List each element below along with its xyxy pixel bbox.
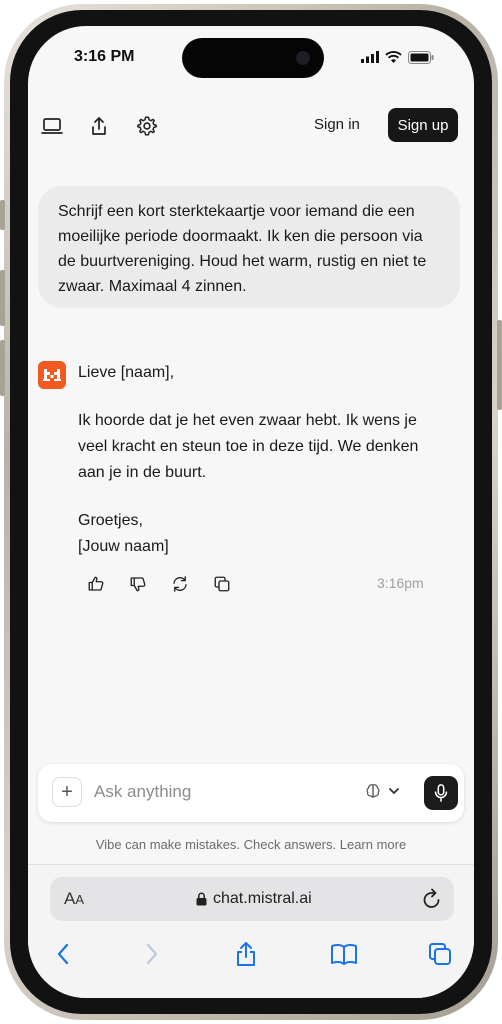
phone-screen: 3:16 PM Sign in Sign up Schrijf een kort… [28, 26, 474, 998]
power-button [497, 320, 502, 410]
sign-in-link[interactable]: Sign in [314, 116, 360, 133]
back-chevron-icon[interactable] [48, 939, 78, 969]
thumbs-up-icon[interactable] [86, 574, 106, 594]
status-icons [361, 50, 434, 64]
settings-gear-icon[interactable] [135, 114, 159, 138]
mistral-logo-icon [38, 361, 66, 389]
url-display[interactable]: chat.mistral.ai [196, 890, 312, 908]
microphone-icon [434, 784, 448, 802]
share-icon[interactable] [87, 114, 111, 138]
lock-icon [196, 892, 207, 906]
camera-lens [296, 51, 310, 65]
share-sheet-icon[interactable] [231, 939, 261, 969]
url-text: chat.mistral.ai [213, 890, 312, 907]
reader-settings-button[interactable]: AA [64, 889, 84, 909]
volume-up-button [0, 270, 5, 326]
forward-chevron-icon[interactable] [137, 939, 167, 969]
dynamic-island [182, 38, 324, 78]
reply-greeting: Lieve [naam], [78, 364, 175, 381]
address-bar[interactable]: AA chat.mistral.ai [50, 877, 454, 921]
chevron-down-icon [389, 788, 399, 794]
microphone-button[interactable] [424, 776, 458, 810]
disclaimer-text: Vibe can make mistakes. Check answers. L… [95, 837, 407, 852]
volume-down-button [0, 340, 5, 396]
battery-icon [408, 50, 434, 64]
bookmarks-book-icon[interactable] [329, 939, 359, 969]
reload-icon[interactable] [422, 888, 442, 915]
add-attachment-button[interactable]: + [52, 777, 82, 807]
chat-input-placeholder[interactable]: Ask anything [94, 782, 191, 802]
assistant-reply: Lieve [naam], Ik hoorde dat je het even … [78, 360, 448, 582]
copy-icon[interactable] [212, 574, 232, 594]
user-message-bubble: Schrijf een kort sterktekaartje voor iem… [38, 186, 460, 308]
reply-body: Ik hoorde dat je het even zwaar hebt. Ik… [78, 412, 419, 481]
browser-toolbar: AA chat.mistral.ai [28, 865, 474, 998]
tabs-icon[interactable] [425, 939, 455, 969]
reply-closing: Groetjes, [Jouw naam] [78, 512, 169, 555]
app-top-bar: Sign in Sign up [28, 106, 474, 146]
sidebar-toggle-icon[interactable] [40, 114, 64, 138]
brain-icon [366, 784, 380, 798]
regenerate-icon[interactable] [170, 574, 190, 594]
aa-large: A [64, 889, 76, 908]
wifi-icon [385, 51, 402, 63]
sign-up-button[interactable]: Sign up [388, 108, 458, 142]
thumbs-down-icon[interactable] [128, 574, 148, 594]
model-reasoning-selector[interactable] [364, 782, 400, 800]
cellular-signal-icon [361, 51, 379, 63]
message-actions [86, 574, 232, 594]
aa-small: A [75, 892, 85, 907]
chat-input-box[interactable]: + Ask anything [38, 764, 464, 822]
action-button [0, 200, 5, 230]
status-time: 3:16 PM [74, 48, 135, 65]
message-timestamp: 3:16pm [377, 575, 424, 591]
